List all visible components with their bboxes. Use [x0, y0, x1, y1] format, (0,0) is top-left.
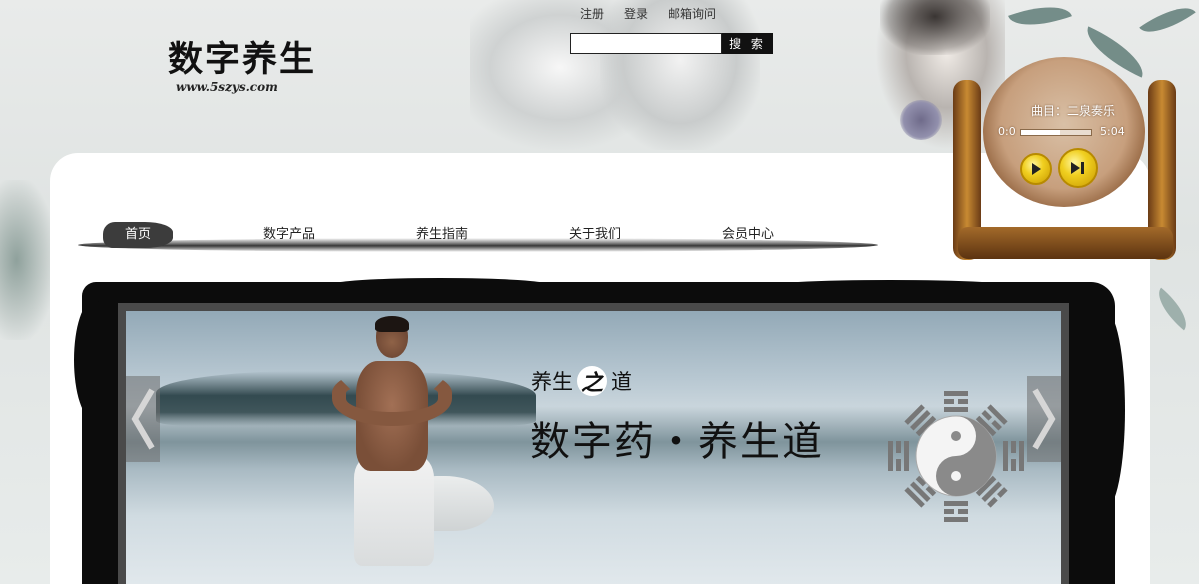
ink-splash — [330, 278, 550, 292]
player-total-time: 5:04 — [1100, 125, 1125, 138]
yoga-man-figure — [324, 316, 494, 576]
player-progress-bar[interactable] — [1020, 129, 1092, 136]
nav-item-about-us[interactable]: 关于我们 — [569, 222, 621, 248]
figure-arms — [332, 371, 452, 426]
logo-title: 数字养生 — [168, 39, 317, 80]
header-rose-image — [900, 100, 942, 140]
music-player: 曲目：二泉奏乐 0:0 5:04 — [948, 55, 1198, 265]
header-woman-hair — [880, 0, 990, 55]
header-leaf — [1139, 0, 1196, 44]
header-leaf — [1008, 0, 1072, 37]
nav-item-health-guide[interactable]: 养生指南 — [416, 222, 468, 248]
slogan-small-right: 道 — [611, 370, 632, 394]
left-plant-image — [0, 180, 55, 340]
search-input[interactable] — [570, 33, 722, 54]
player-song-title: 曲目：二泉奏乐 — [1030, 104, 1115, 118]
bagua-yinyang-icon — [888, 391, 1024, 522]
header-face-image — [600, 0, 760, 150]
player-frame-base — [958, 227, 1173, 259]
login-link[interactable]: 登录 — [624, 5, 648, 22]
nav-item-home[interactable]: 首页 — [103, 222, 174, 248]
player-progress-fill — [1021, 130, 1060, 135]
search-bar: 搜 索 — [570, 33, 773, 54]
figure-pants — [354, 456, 434, 566]
chevron-right-icon — [1032, 388, 1056, 450]
chevron-left-icon — [131, 388, 155, 450]
nav-item-digital-products[interactable]: 数字产品 — [263, 222, 315, 248]
top-links: 注册 登录 邮箱询问 — [580, 5, 716, 22]
next-track-icon — [1071, 162, 1084, 174]
main-nav: 首页 数字产品 养生指南 关于我们 会员中心 — [103, 222, 863, 250]
slogan-zhi-badge: 之 — [577, 366, 607, 396]
email-inquiry-link[interactable]: 邮箱询问 — [668, 5, 716, 22]
register-link[interactable]: 注册 — [580, 5, 604, 22]
banner-slogan-big: 数字药・养生道 — [530, 419, 824, 465]
figure-hair — [375, 316, 409, 332]
ink-splash — [760, 280, 1020, 294]
banner-next-button[interactable] — [1027, 376, 1061, 462]
banner-image: 养生 之 道 数字药・养生道 — [126, 311, 1061, 584]
ink-splash — [1085, 310, 1125, 510]
search-button[interactable]: 搜 索 — [722, 33, 773, 54]
next-track-button[interactable] — [1058, 148, 1098, 188]
player-current-time: 0:0 — [998, 125, 1016, 138]
hero-banner: 养生 之 道 数字药・养生道 — [118, 303, 1069, 584]
play-button[interactable] — [1020, 153, 1052, 185]
banner-slogan-small: 养生 之 道 — [531, 366, 632, 396]
banner-prev-button[interactable] — [126, 376, 160, 462]
side-leaf — [1149, 287, 1196, 331]
slogan-small-left: 养生 — [531, 370, 573, 394]
play-icon — [1032, 163, 1041, 175]
ink-splash — [74, 300, 114, 420]
logo-url: www.5szys.com — [176, 80, 278, 94]
site-logo[interactable]: 数字养生 www.5szys.com — [168, 39, 317, 95]
nav-item-member-center[interactable]: 会员中心 — [722, 222, 774, 248]
